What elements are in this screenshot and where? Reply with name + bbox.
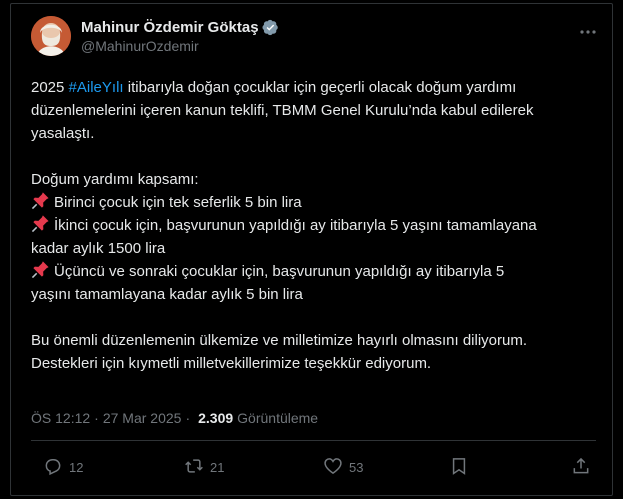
more-options-icon[interactable] [578, 22, 598, 42]
meta-separator: · [94, 410, 99, 426]
tweet-time[interactable]: ÖS 12:12 [31, 410, 90, 426]
tweet-date[interactable]: 27 Mar 2025 [103, 410, 182, 426]
share-icon [571, 456, 591, 479]
action-bar: 12 21 53 [31, 450, 596, 486]
bullet-item: Birinci çocuk için tek seferlik 5 bin li… [31, 191, 609, 214]
tweet-text: 2025 #AileYılı itibarıyla doğan çocuklar… [31, 76, 609, 375]
tweet-line: yasalaştı. [31, 125, 95, 142]
repost-count: 21 [210, 460, 225, 475]
divider [31, 440, 596, 441]
tweet-line: Doğum yardımı kapsamı: [31, 171, 199, 188]
tweet-line: düzenlemelerini içeren kanun teklifi, TB… [31, 102, 534, 119]
tweet-card: Mahinur Özdemir Göktaş @MahinurOzdemir 2… [10, 3, 613, 496]
author-handle[interactable]: @MahinurOzdemir [81, 38, 279, 54]
author-names: Mahinur Özdemir Göktaş @MahinurOzdemir [81, 17, 279, 54]
display-name[interactable]: Mahinur Özdemir Göktaş [81, 19, 259, 36]
reply-button[interactable]: 12 [43, 456, 83, 479]
reply-count: 12 [69, 460, 84, 475]
tweet-line: 2025 #AileYılı itibarıyla doğan çocuklar… [31, 79, 517, 96]
like-count: 53 [349, 460, 364, 475]
tweet-line: Bu önemli düzenlemenin ülkemize ve mille… [31, 332, 528, 349]
pushpin-icon [31, 214, 50, 233]
views-count[interactable]: 2.309 [198, 410, 233, 426]
bullet-item: Üçüncü ve sonraki çocuklar için, başvuru… [31, 260, 609, 283]
share-button[interactable] [571, 456, 591, 479]
pushpin-icon [31, 260, 50, 279]
heart-icon [323, 456, 343, 479]
tweet-line: kadar aylık 1500 lira [31, 240, 166, 257]
hashtag-link[interactable]: #AileYılı [69, 79, 124, 96]
repost-icon [184, 456, 204, 479]
like-button[interactable]: 53 [323, 456, 363, 479]
pushpin-icon [31, 191, 50, 210]
bullet-item: İkinci çocuk için, başvurunun yapıldığı … [31, 214, 609, 237]
repost-button[interactable]: 21 [184, 456, 224, 479]
avatar[interactable] [31, 16, 71, 56]
verified-badge-icon[interactable] [262, 19, 279, 36]
avatar-image [31, 16, 71, 56]
tweet-header: Mahinur Özdemir Göktaş @MahinurOzdemir [31, 16, 598, 60]
tweet-line: yaşını tamamlayana kadar aylık 5 bin lir… [31, 286, 303, 303]
tweet-meta: ÖS 12:12 · 27 Mar 2025 · 2.309 Görüntüle… [31, 408, 318, 428]
views-label[interactable]: Görüntüleme [237, 410, 318, 426]
reply-icon [43, 456, 63, 479]
tweet-line: Destekleri için kıymetli milletvekilleri… [31, 355, 432, 372]
meta-separator: · [185, 410, 191, 426]
bookmark-icon [449, 456, 469, 479]
bookmark-button[interactable] [449, 456, 469, 479]
